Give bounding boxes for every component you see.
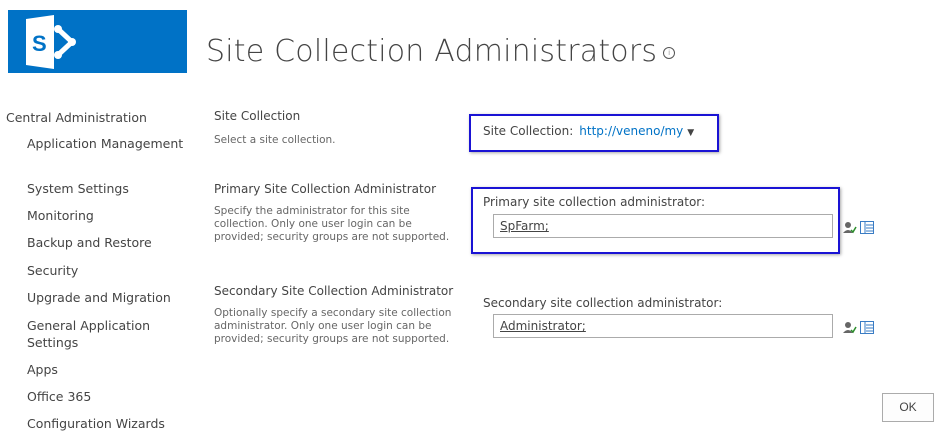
nav-item-monitoring[interactable]: Monitoring [27,207,185,224]
primary-admin-input[interactable]: SpFarm; [493,214,833,238]
sharepoint-logo-icon: S [26,15,76,69]
nav-item-configuration-wizards[interactable]: Configuration Wizards [27,415,185,432]
primary-admin-section-title: Primary Site Collection Administrator [214,182,437,196]
secondary-admin-value: Administrator; [500,319,586,333]
site-collection-field: Site Collection: http://veneno/my ▼ [483,124,694,138]
primary-admin-label: Primary site collection administrator: [483,195,706,209]
site-collection-selector[interactable]: http://veneno/my [579,124,683,138]
nav-item-security[interactable]: Security [27,262,185,279]
nav-central-administration[interactable]: Central Administration [6,108,186,128]
sharepoint-logo[interactable]: S [8,10,187,73]
primary-admin-section-description: Specify the administrator for this site … [214,205,450,243]
page-title-text: Site Collection Administrators [206,34,658,69]
site-collection-label: Site Collection: [483,124,574,138]
primary-admin-value: SpFarm; [500,219,549,233]
chevron-down-icon[interactable]: ▼ [687,128,694,138]
address-book-icon[interactable] [860,321,874,334]
site-collection-section-title: Site Collection [214,109,301,123]
secondary-admin-picker-icons [843,321,874,334]
secondary-admin-label: Secondary site collection administrator: [483,296,723,310]
left-navigation: Central Administration Application Manag… [6,108,186,431]
nav-item-system-settings[interactable]: System Settings [27,180,185,197]
nav-item-upgrade-and-migration[interactable]: Upgrade and Migration [27,289,185,306]
nav-item-apps[interactable]: Apps [27,361,185,378]
page-title: Site Collection Administrators i [206,34,676,69]
ok-button[interactable]: OK [882,393,934,422]
check-names-icon[interactable] [843,221,857,234]
primary-admin-picker-icons [843,221,874,234]
svg-text:S: S [32,31,47,56]
secondary-admin-section-title: Secondary Site Collection Administrator [214,284,454,298]
info-icon[interactable]: i [663,46,676,59]
secondary-admin-section-description: Optionally specify a secondary site coll… [214,307,452,345]
site-collection-section-description: Select a site collection. [214,134,336,146]
address-book-icon[interactable] [860,221,874,234]
nav-item-general-application-settings[interactable]: General Application Settings [27,317,185,351]
nav-item-office-365[interactable]: Office 365 [27,388,185,405]
nav-item-application-management[interactable]: Application Management [27,135,185,152]
nav-item-backup-and-restore[interactable]: Backup and Restore [27,234,185,251]
secondary-admin-input[interactable]: Administrator; [493,314,833,338]
check-names-icon[interactable] [843,321,857,334]
